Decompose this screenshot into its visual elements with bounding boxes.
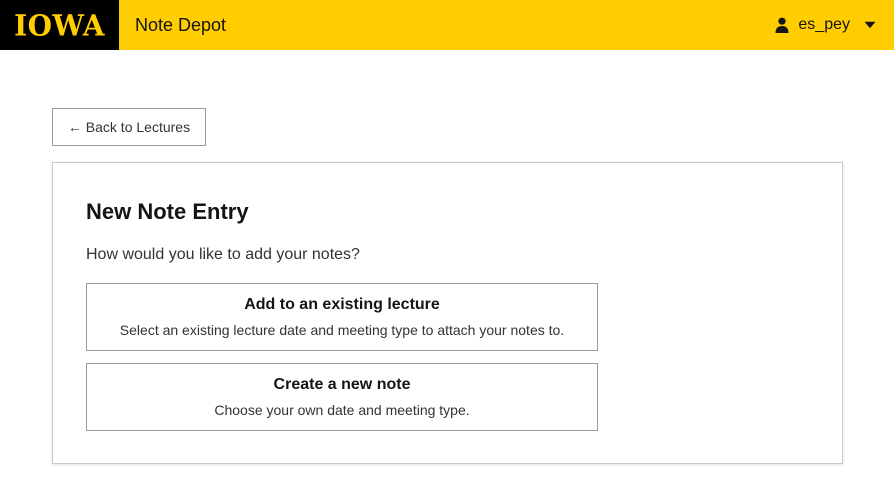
top-bar: IOWA Note Depot es_pey xyxy=(0,0,894,50)
person-icon xyxy=(774,17,790,33)
caret-down-icon xyxy=(864,21,876,29)
logo-text: IOWA xyxy=(14,7,105,43)
create-new-note-option[interactable]: Create a new note Choose your own date a… xyxy=(86,363,598,431)
existing-lecture-option[interactable]: Add to an existing lecture Select an exi… xyxy=(86,283,598,351)
app-title: Note Depot xyxy=(135,15,227,35)
user-menu[interactable]: es_pey xyxy=(774,0,876,50)
username: es_pey xyxy=(798,16,850,33)
option-description: Select an existing lecture date and meet… xyxy=(119,322,565,338)
entry-question: How would you like to add your notes? xyxy=(86,246,360,263)
option-title: Create a new note xyxy=(273,376,411,393)
option-title: Add to an existing lecture xyxy=(244,296,440,313)
page-title: New Note Entry xyxy=(86,199,249,224)
back-to-lectures-button[interactable]: ← Back to Lectures xyxy=(52,108,206,146)
option-description: Choose your own date and meeting type. xyxy=(214,402,470,418)
new-note-card: New Note Entry How would you like to add… xyxy=(52,162,843,464)
iowa-logo[interactable]: IOWA xyxy=(0,0,119,50)
